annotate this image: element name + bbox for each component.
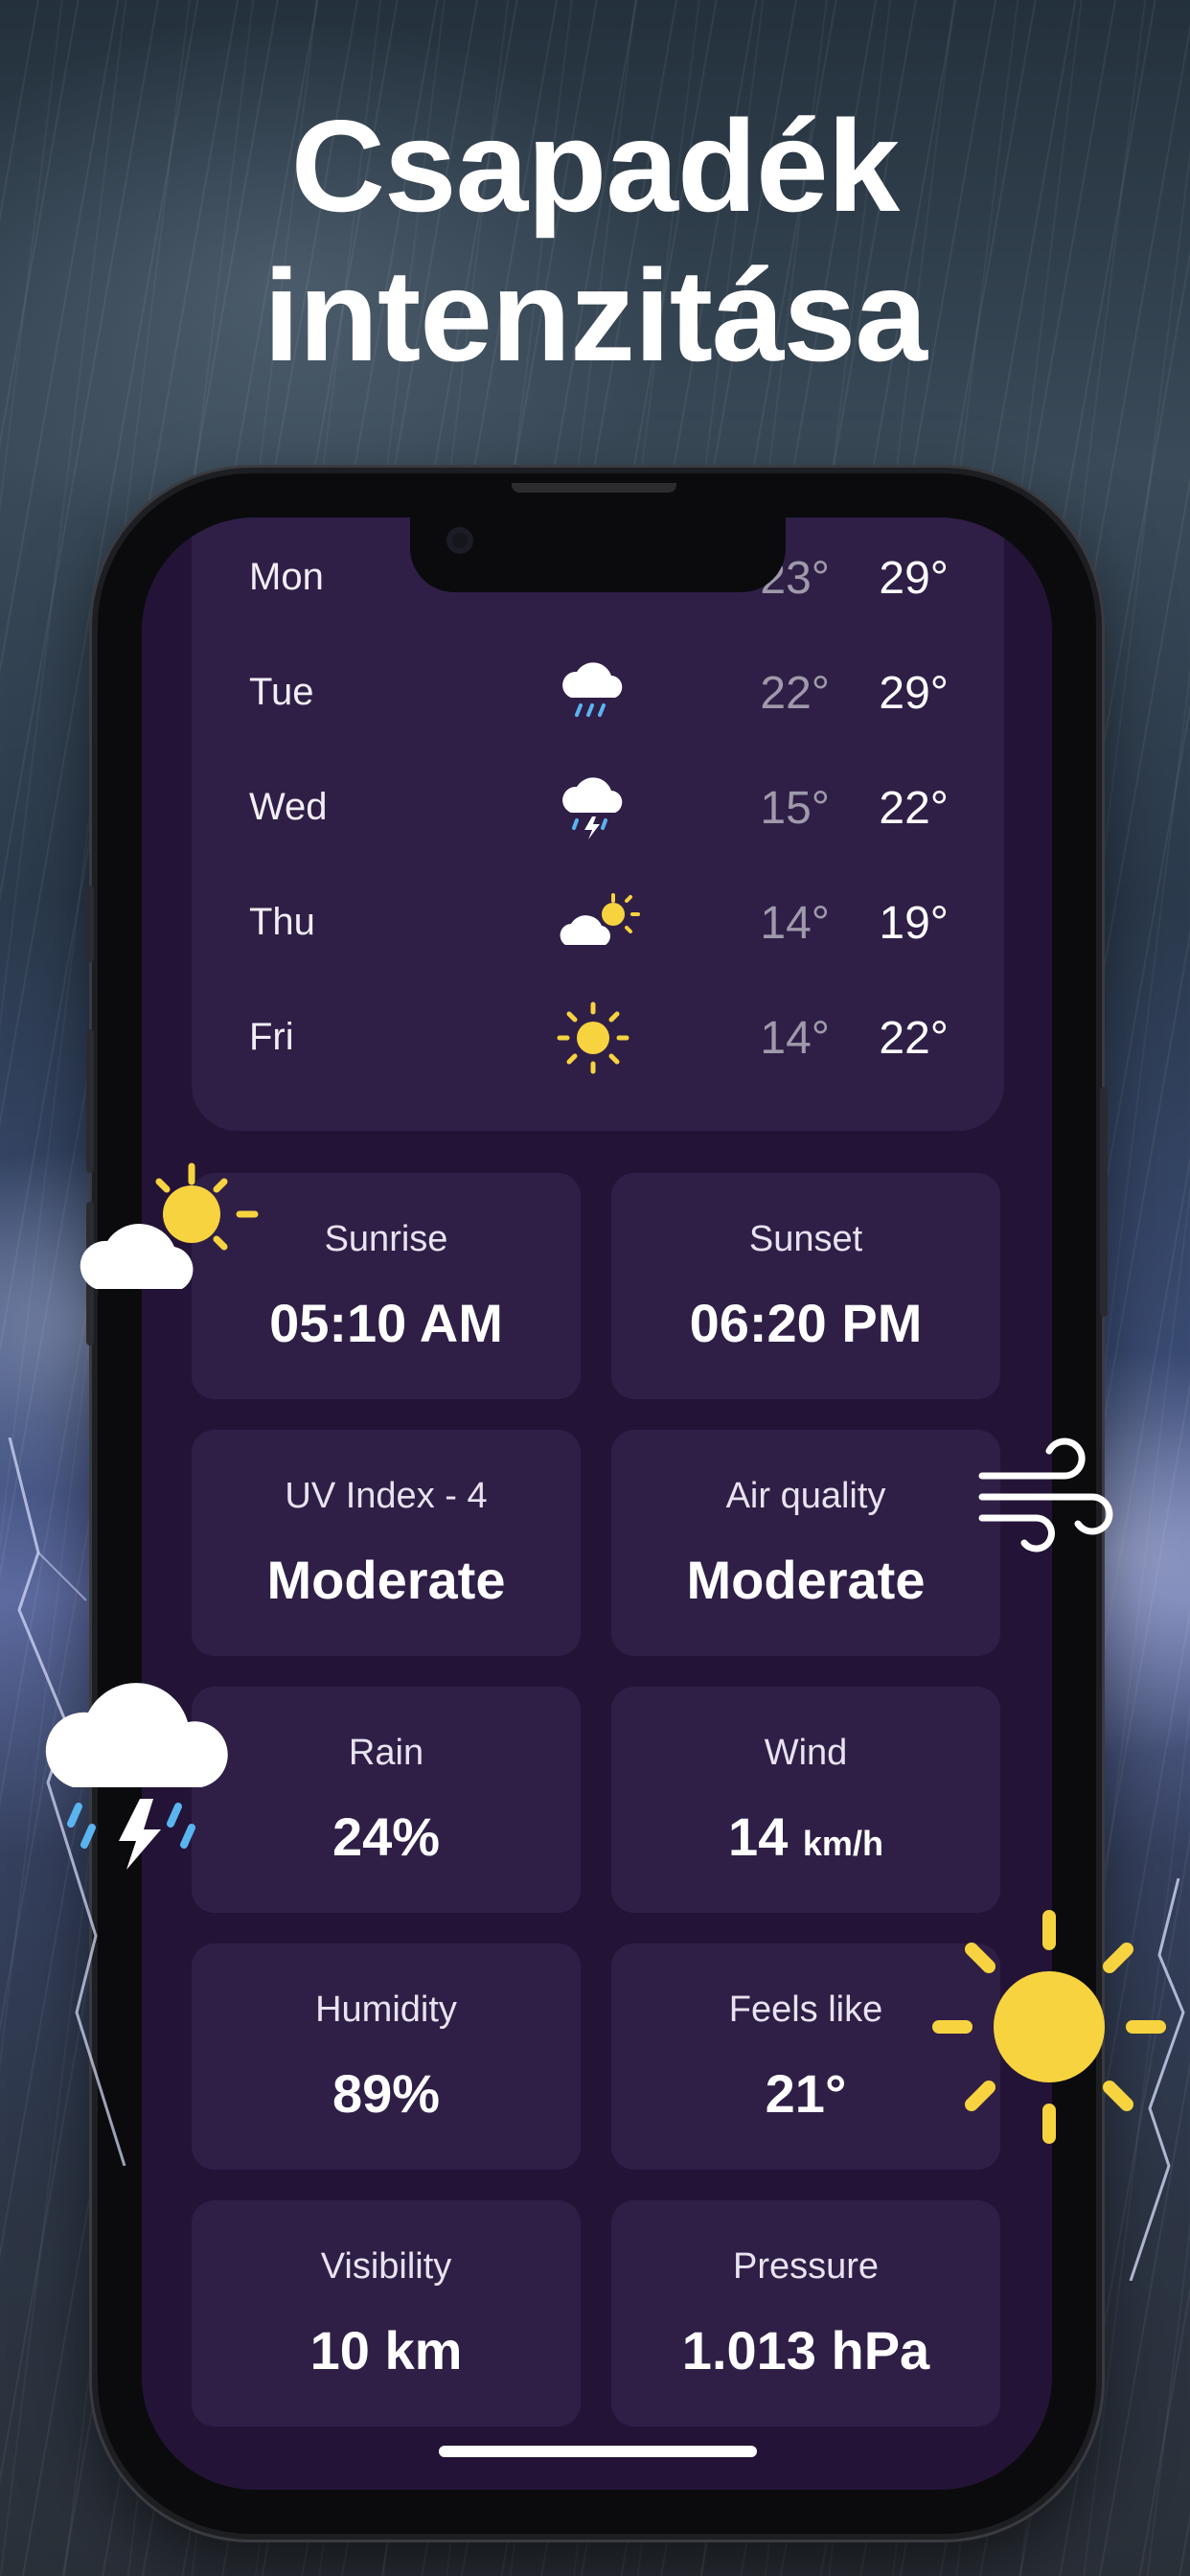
forecast-day: Wed (249, 786, 328, 828)
wind-value: 14 (728, 1806, 789, 1867)
phone-frame: Mon 23° 29° Tue 22° 29° Wed 15° 22° Thu … (86, 473, 1108, 2534)
sun-icon (932, 1910, 1166, 2144)
forecast-low: 14° (760, 1013, 830, 1064)
card-value: 14 km/h (611, 1806, 1000, 1868)
card-label: Pressure (732, 2246, 880, 2287)
home-indicator[interactable] (439, 2446, 757, 2457)
card-value: 10 km (309, 2320, 463, 2380)
sun-icon (557, 1001, 629, 1074)
card-label: Sunset (748, 1219, 863, 1259)
mute-switch (86, 886, 94, 962)
card-value: 89% (332, 2063, 441, 2124)
card-value: 1.013 hPa (681, 2320, 930, 2380)
forecast-day: Mon (249, 556, 324, 598)
forecast-day: Thu (249, 901, 315, 943)
wind-unit: km/h (802, 1824, 883, 1863)
daily-forecast: Mon 23° 29° Tue 22° 29° Wed 15° 22° Thu … (192, 518, 1004, 1131)
card-value: Moderate (266, 1550, 506, 1610)
forecast-row[interactable]: Wed 15° 22° (192, 748, 1004, 862)
humidity-card[interactable]: Humidity 89% (192, 1944, 581, 2170)
thunderstorm-icon (562, 777, 623, 840)
pressure-card[interactable]: Pressure 1.013 hPa (611, 2200, 1000, 2426)
card-label: Wind (764, 1733, 848, 1773)
partly-cloudy-icon (560, 893, 640, 945)
sunset-card[interactable]: Sunset 06:20 PM (611, 1173, 1000, 1399)
power-button (1100, 1087, 1108, 1317)
forecast-high: 22° (879, 1013, 949, 1064)
forecast-day: Tue (249, 671, 314, 713)
forecast-high: 29° (879, 553, 949, 604)
headline: Csapadék intenzitása (0, 91, 1190, 390)
thunderstorm-icon (45, 1683, 228, 1870)
headline-line-2: intenzitása (263, 242, 927, 388)
card-value: Moderate (686, 1550, 926, 1610)
notch (410, 518, 786, 592)
earpiece (512, 483, 676, 493)
partly-cloudy-icon (80, 1162, 259, 1289)
wind-card[interactable]: Wind 14 km/h (611, 1687, 1000, 1913)
card-value: 24% (332, 1806, 441, 1867)
card-label: Rain (348, 1733, 424, 1773)
headline-line-1: Csapadék (290, 93, 901, 239)
forecast-row[interactable]: Tue 22° 29° (192, 632, 1004, 748)
forecast-row[interactable]: Thu 14° 19° (192, 862, 1004, 978)
card-value: 05:10 AM (269, 1293, 503, 1353)
card-label: Humidity (315, 1990, 457, 2030)
forecast-row[interactable]: Fri 14° 22° (192, 978, 1004, 1092)
forecast-low: 15° (760, 783, 830, 834)
visibility-card[interactable]: Visibility 10 km (192, 2200, 581, 2426)
card-label: UV Index - 4 (285, 1476, 488, 1516)
air-quality-card[interactable]: Air quality Moderate (611, 1430, 1000, 1656)
rain-cloud-icon (562, 662, 623, 717)
wind-icon (978, 1438, 1113, 1552)
rain-card[interactable]: Rain 24% (192, 1687, 581, 1913)
forecast-high: 19° (879, 898, 949, 949)
card-label: Visibility (320, 2246, 452, 2287)
volume-up-button (86, 1029, 94, 1173)
forecast-low: 22° (760, 668, 830, 719)
uv-index-card[interactable]: UV Index - 4 Moderate (192, 1430, 581, 1656)
forecast-low: 14° (760, 898, 830, 949)
forecast-high: 29° (879, 668, 949, 719)
forecast-day: Fri (249, 1016, 294, 1058)
card-value: 06:20 PM (689, 1293, 923, 1353)
app-screen: Mon 23° 29° Tue 22° 29° Wed 15° 22° Thu … (142, 518, 1052, 2490)
front-camera (446, 527, 473, 554)
forecast-high: 22° (879, 783, 949, 834)
card-label: Air quality (725, 1476, 886, 1516)
